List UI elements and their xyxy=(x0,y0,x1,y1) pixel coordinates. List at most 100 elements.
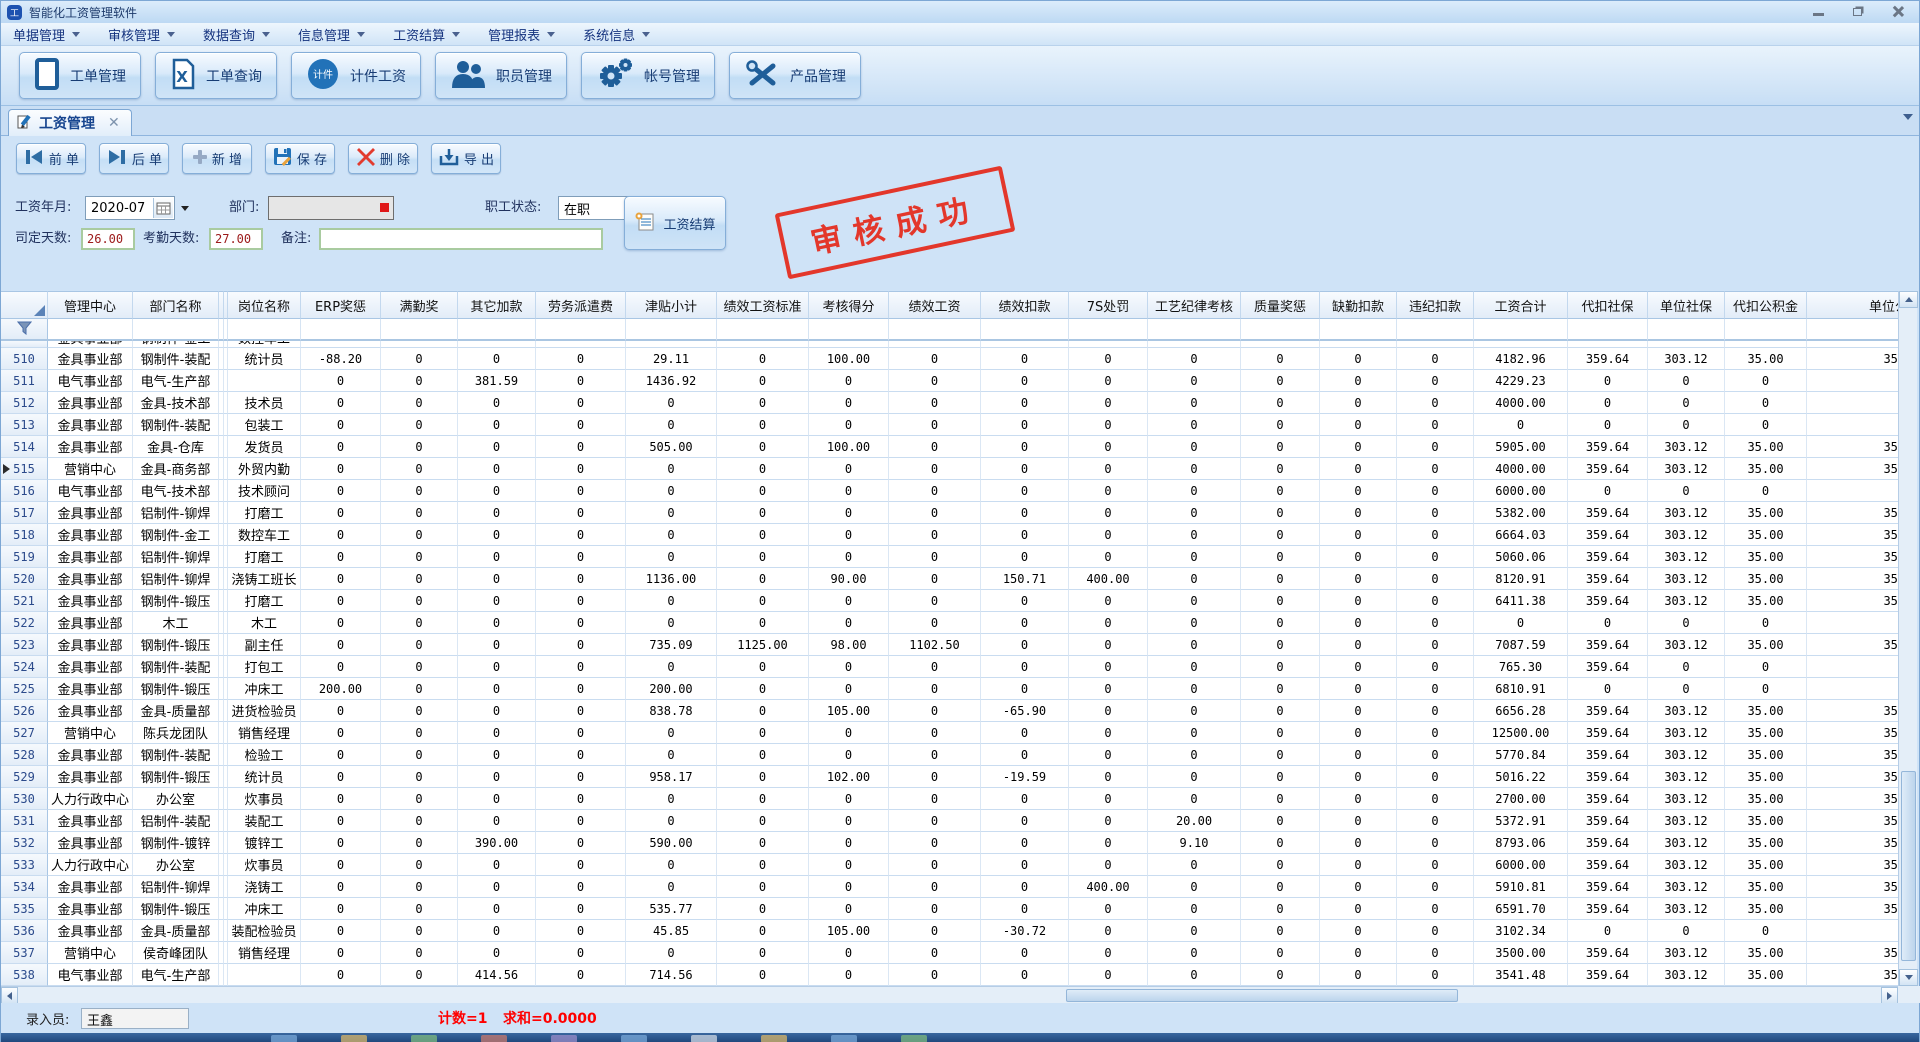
table-row[interactable]: 521金具事业部钢制件-锻压打磨工000000000000006411.3835… xyxy=(1,590,1898,612)
column-header[interactable] xyxy=(1,291,48,319)
toolbar-button[interactable]: 产品管理 xyxy=(729,52,861,99)
menu-item[interactable]: 工资结算 xyxy=(393,25,460,44)
table-row[interactable]: 537营销中心侯奇峰团队销售经理000000000000003500.00359… xyxy=(1,942,1898,964)
table-row[interactable]: 522金具事业部木工木工0000000000000000000 xyxy=(1,612,1898,634)
app-window: 工 智能化工资管理软件 单据管理审核管理数据查询信息管理工资结算管理报表系统信息… xyxy=(0,0,1920,1042)
action-button[interactable]: 导 出 xyxy=(431,143,501,174)
column-header[interactable]: 代扣社保 xyxy=(1568,291,1648,319)
table-row[interactable]: 531金具事业部铝制件-装配装配工000000000020.000005372.… xyxy=(1,810,1898,832)
column-header[interactable]: 单位公积金 xyxy=(1807,291,1898,319)
vertical-scroll-thumb[interactable] xyxy=(1901,771,1916,961)
table-row[interactable]: 512金具事业部金具-技术部技术员000000000000004000.0000… xyxy=(1,392,1898,414)
table-row[interactable]: 513金具事业部钢制件-装配包装工0000000000000000000 xyxy=(1,414,1898,436)
table-row[interactable]: 534金具事业部铝制件-铆焊浇铸工000000000400.0000005910… xyxy=(1,876,1898,898)
horizontal-scrollbar[interactable] xyxy=(1,986,1898,1003)
table-row[interactable]: 517金具事业部铝制件-铆焊打磨工000000000000005382.0035… xyxy=(1,502,1898,524)
table-row[interactable]: 529金具事业部钢制件-锻压统计员0000958.170102.000-19.5… xyxy=(1,766,1898,788)
table-row[interactable]: 527营销中心陈兵龙团队销售经理0000000000000012500.0035… xyxy=(1,722,1898,744)
tab-overflow-button[interactable] xyxy=(1903,114,1913,120)
column-header[interactable]: 质量奖惩 xyxy=(1241,291,1320,319)
column-header[interactable]: 劳务派遣费 xyxy=(536,291,626,319)
close-button[interactable] xyxy=(1885,2,1911,20)
table-row[interactable]: 520金具事业部铝制件-铆焊浇铸工班长00001136.00090.000150… xyxy=(1,568,1898,590)
toolbar-button[interactable]: 工单管理 xyxy=(19,52,141,99)
table-row[interactable]: 532金具事业部钢制件-镀锌镀锌工00390.000590.00000009.1… xyxy=(1,832,1898,854)
column-header[interactable]: 绩效工资标准 xyxy=(717,291,809,319)
column-header[interactable]: 满勤奖 xyxy=(381,291,458,319)
table-row[interactable]: 514金具事业部金具-仓库发货员0000505.000100.000000000… xyxy=(1,436,1898,458)
action-button[interactable]: 新 增 xyxy=(182,143,252,174)
operator-field[interactable]: 王鑫 xyxy=(81,1008,189,1029)
action-button[interactable]: 前 单 xyxy=(16,143,86,174)
table-row[interactable]: 535金具事业部钢制件-锻压冲床工0000535.770000000006591… xyxy=(1,898,1898,920)
table-row[interactable]: 511电气事业部电气-生产部00381.5901436.920000000004… xyxy=(1,370,1898,392)
table-row[interactable]: 523金具事业部钢制件-锻压副主任0000735.091125.0098.001… xyxy=(1,634,1898,656)
column-header[interactable]: 工资合计 xyxy=(1474,291,1568,319)
menu-item[interactable]: 数据查询 xyxy=(203,25,270,44)
toolbar-button[interactable]: 职员管理 xyxy=(435,52,567,99)
menu-item[interactable]: 管理报表 xyxy=(488,25,555,44)
department-input[interactable] xyxy=(268,196,394,220)
table-row[interactable]: 510金具事业部钢制件-装配统计员-88.2000029.110100.0000… xyxy=(1,348,1898,370)
filter-funnel-icon[interactable] xyxy=(17,320,32,339)
tab-close-icon[interactable]: ✕ xyxy=(108,115,120,131)
table-row[interactable]: 533人力行政中心办公室炊事员000000000000006000.00359.… xyxy=(1,854,1898,876)
toolbar-button[interactable]: 帐号管理 xyxy=(581,52,715,99)
scroll-up-icon[interactable] xyxy=(1899,291,1918,308)
settle-button[interactable]: 工资结算 xyxy=(624,196,726,250)
select-all-icon[interactable] xyxy=(34,305,45,316)
table-row[interactable]: 515营销中心金具-商务部外贸内勤000000000000004000.0035… xyxy=(1,458,1898,480)
column-header[interactable]: 单位社保 xyxy=(1648,291,1725,319)
column-header[interactable]: 缺勤扣款 xyxy=(1320,291,1397,319)
menu-item[interactable]: 单据管理 xyxy=(13,25,80,44)
date-dropdown-icon[interactable] xyxy=(181,206,189,211)
calendar-icon[interactable] xyxy=(153,198,173,218)
fixed-days-input[interactable]: 26.00 xyxy=(81,228,135,250)
table-row[interactable]: 519金具事业部铝制件-铆焊打磨工000000000000005060.0635… xyxy=(1,546,1898,568)
column-header[interactable]: 其它加款 xyxy=(458,291,536,319)
filter-row[interactable] xyxy=(1,319,1898,341)
vertical-scrollbar[interactable] xyxy=(1898,291,1917,986)
column-header[interactable]: 违纪扣款 xyxy=(1397,291,1474,319)
table-row[interactable]: 516电气事业部电气-技术部技术顾问000000000000006000.000… xyxy=(1,480,1898,502)
action-button[interactable]: 后 单 xyxy=(99,143,169,174)
column-header[interactable]: 岗位名称 xyxy=(228,291,301,319)
column-header[interactable]: 津贴小计 xyxy=(626,291,717,319)
column-header[interactable]: 7S处罚 xyxy=(1069,291,1148,319)
column-header[interactable]: 考核得分 xyxy=(809,291,889,319)
scroll-right-icon[interactable] xyxy=(1881,987,1898,1004)
column-header[interactable]: 管理中心 xyxy=(48,291,133,319)
horizontal-scroll-thumb[interactable] xyxy=(1066,989,1458,1002)
salary-month-input[interactable]: 2020-07 xyxy=(85,196,175,220)
scroll-left-icon[interactable] xyxy=(1,987,18,1004)
table-row[interactable]: 526金具事业部金具-质量部进货检验员0000838.780105.000-65… xyxy=(1,700,1898,722)
column-header[interactable]: 绩效扣款 xyxy=(981,291,1069,319)
table-row[interactable]: 538电气事业部电气-生产部00414.560714.5600000000035… xyxy=(1,964,1898,986)
table-row[interactable]: 528金具事业部钢制件-装配检验工000000000000005770.8435… xyxy=(1,744,1898,766)
table-row[interactable]: 536金具事业部金具-质量部装配检验员000045.850105.000-30.… xyxy=(1,920,1898,942)
column-header[interactable]: ERP奖惩 xyxy=(301,291,381,319)
column-header[interactable]: 代扣公积金 xyxy=(1725,291,1807,319)
tab-salary-management[interactable]: 工资管理 ✕ xyxy=(8,109,132,136)
column-header[interactable]: 绩效工资 xyxy=(889,291,981,319)
action-button[interactable]: 保 存 xyxy=(265,143,335,174)
table-row[interactable]: 524金具事业部钢制件-装配打包工00000000000000765.30359… xyxy=(1,656,1898,678)
restore-button[interactable] xyxy=(1845,2,1871,20)
column-header[interactable]: 部门名称 xyxy=(133,291,219,319)
remark-input[interactable] xyxy=(319,228,603,250)
action-button[interactable]: 删 除 xyxy=(348,143,418,174)
toolbar-button[interactable]: X工单查询 xyxy=(155,52,277,99)
column-header[interactable]: 工艺纪律考核 xyxy=(1148,291,1241,319)
menu-item[interactable]: 信息管理 xyxy=(298,25,365,44)
table-row[interactable]: 525金具事业部钢制件-锻压冲床工200.00000200.0000000000… xyxy=(1,678,1898,700)
table-row[interactable]: 530人力行政中心办公室炊事员000000000000002700.00359.… xyxy=(1,788,1898,810)
menu-item[interactable]: 审核管理 xyxy=(108,25,175,44)
department-clear-icon[interactable] xyxy=(380,203,389,212)
table-row[interactable]: 518金具事业部钢制件-金工数控车工000000000000006664.033… xyxy=(1,524,1898,546)
toolbar-button[interactable]: 计件计件工资 xyxy=(291,52,421,99)
attend-days-input[interactable]: 27.00 xyxy=(209,228,263,250)
menu-item[interactable]: 系统信息 xyxy=(583,25,650,44)
table-row-partial[interactable]: 金具事业部钢制件-金工数控车工000000000000006000.00359.… xyxy=(1,341,1898,348)
minimize-button[interactable] xyxy=(1805,2,1831,20)
scroll-down-icon[interactable] xyxy=(1899,969,1918,986)
